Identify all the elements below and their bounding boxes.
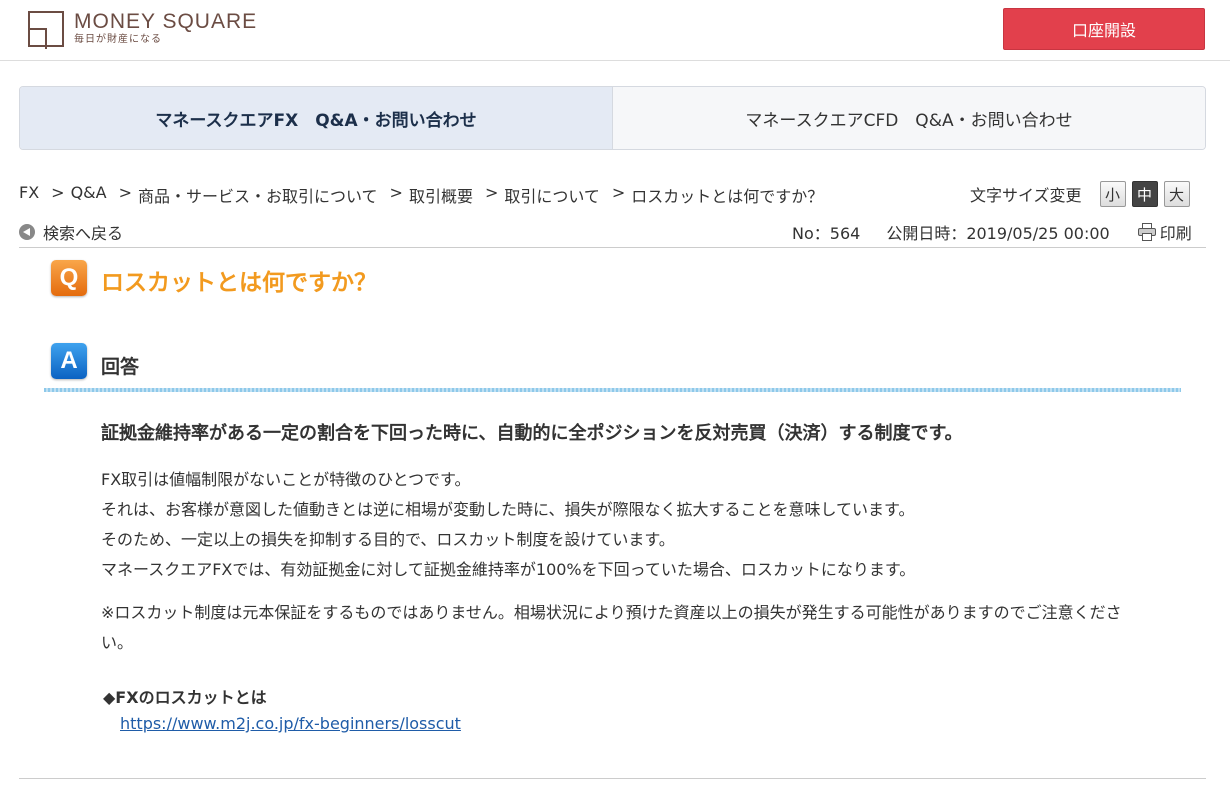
breadcrumb-item-overview[interactable]: 取引概要 (409, 183, 473, 207)
font-size-large-button[interactable]: 大 (1163, 181, 1190, 207)
answer-line: そのため、一定以上の損失を抑制する目的で、ロスカット制度を設けています。 (101, 530, 675, 549)
logo-text: MONEY SQUARE 毎日が財産になる (74, 11, 257, 47)
font-size-label: 文字サイズ変更 (970, 186, 1082, 205)
font-size-switcher: 文字サイズ変更 小 中 大 (970, 181, 1190, 207)
answer-divider (44, 388, 1181, 392)
tab-fx-qa[interactable]: マネースクエアFX Q&A・お問い合わせ (20, 87, 613, 149)
breadcrumb-separator: > (51, 183, 65, 202)
breadcrumb-item-trading[interactable]: 取引について (504, 183, 600, 207)
breadcrumb-separator: > (118, 183, 132, 202)
back-to-search-link[interactable]: 検索へ戻る (19, 220, 123, 244)
article-meta: No：564 公開日時：2019/05/25 00:00 印刷 (792, 220, 1192, 244)
answer-paragraph: FX取引は値幅制限がないことが特徴のひとつです。 それは、お客様が意図した値動き… (101, 465, 915, 585)
font-size-medium-button[interactable]: 中 (1131, 181, 1158, 207)
logo-name: MONEY SQUARE (74, 10, 258, 33)
breadcrumb-separator: > (611, 183, 626, 202)
back-arrow-icon (19, 224, 35, 240)
breadcrumb-item-products[interactable]: 商品・サービス・お取引について (138, 183, 378, 207)
answer-line: FX取引は値幅制限がないことが特徴のひとつです。 (101, 470, 471, 489)
related-link-title: ◆FXのロスカットとは (103, 688, 267, 707)
divider (19, 778, 1206, 779)
tab-cfd-qa[interactable]: マネースクエアCFD Q&A・お問い合わせ (613, 87, 1205, 149)
breadcrumb-separator: > (484, 183, 499, 202)
font-size-small-button[interactable]: 小 (1099, 181, 1126, 207)
printer-icon (1137, 223, 1156, 241)
answer-heading: 回答 (101, 356, 140, 378)
published-date: 公開日時：2019/05/25 00:00 (886, 224, 1110, 243)
answer-badge-icon: A (51, 343, 87, 379)
answer-line: それは、お客様が意図した値動きとは逆に相場が変動した時に、損失が際限なく拡大する… (101, 500, 915, 519)
breadcrumb-current: ロスカットとは何ですか？ (631, 187, 824, 206)
qa-tabs: マネースクエアFX Q&A・お問い合わせ マネースクエアCFD Q&A・お問い合… (19, 86, 1206, 150)
divider (19, 247, 1206, 248)
print-button[interactable]: 印刷 (1137, 220, 1192, 244)
print-label: 印刷 (1159, 224, 1192, 243)
answer-line: マネースクエアFXでは、有効証拠金に対して証拠金維持率が100%を下回っていた場… (101, 560, 916, 579)
logo-tagline: 毎日が財産になる (74, 34, 162, 45)
answer-note: ※ロスカット制度は元本保証をするものではありません。相場状況により預けた資産以上… (101, 603, 1122, 652)
answer-lead: 証拠金維持率がある一定の割合を下回った時に、自動的に全ポジションを反対売買（決済… (101, 423, 963, 444)
logo-mark-icon (28, 11, 64, 49)
site-header: MONEY SQUARE 毎日が財産になる 口座開設 (0, 0, 1230, 61)
losscut-guide-link[interactable]: https://www.m2j.co.jp/fx-beginners/lossc… (120, 714, 461, 733)
breadcrumb-item-fx[interactable]: FX (19, 183, 39, 207)
question-badge-icon: Q (51, 260, 87, 296)
article-number: No：564 (792, 224, 861, 243)
question-title: ロスカットとは何ですか？ (101, 270, 377, 296)
open-account-button[interactable]: 口座開設 (1003, 8, 1205, 50)
breadcrumb-separator: > (389, 183, 403, 202)
breadcrumb: FX > Q&A > 商品・サービス・お取引について > 取引概要 > 取引につ… (19, 183, 823, 207)
breadcrumb-item-qa[interactable]: Q&A (71, 183, 107, 207)
money-square-logo[interactable]: MONEY SQUARE 毎日が財産になる (28, 11, 257, 49)
back-to-search-label: 検索へ戻る (43, 224, 124, 243)
